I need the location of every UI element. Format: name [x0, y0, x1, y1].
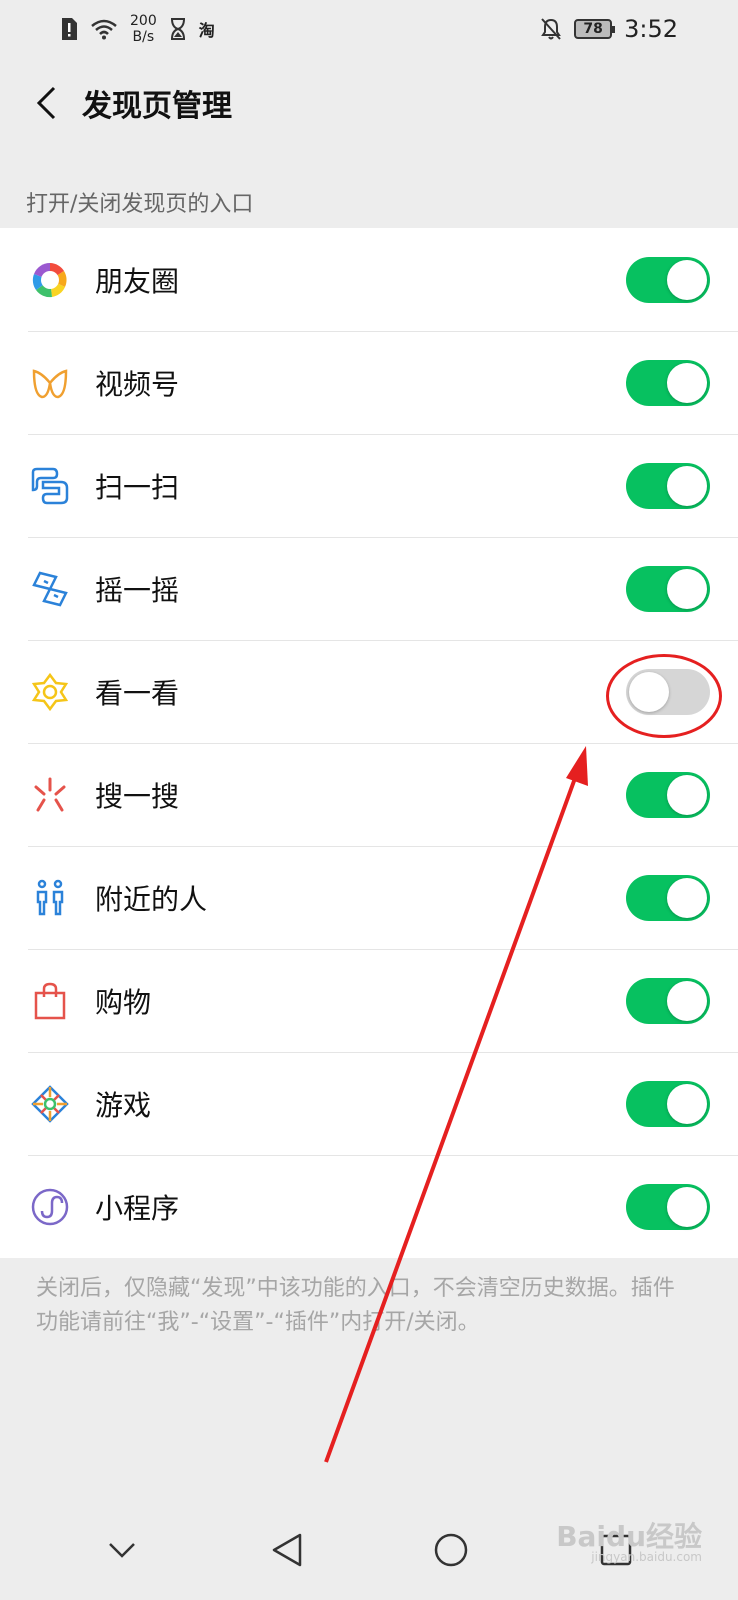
toggle-knob [667, 774, 707, 815]
bell-muted-icon [541, 18, 561, 40]
list-item-channels: 视频号 [0, 331, 738, 434]
wifi-icon [91, 19, 117, 40]
list-item-moments: 朋友圈 [0, 228, 738, 331]
list-item-label: 附近的人 [95, 882, 208, 916]
hourglass-icon [170, 18, 185, 40]
list-item-games: 游戏 [0, 1052, 738, 1155]
shake-icon [28, 567, 72, 611]
toggle-knob [667, 877, 707, 918]
sim-alert-icon [62, 18, 77, 40]
list-item-label: 摇一摇 [95, 573, 180, 607]
chevron-down-icon [109, 1543, 136, 1558]
home-button[interactable] [421, 1520, 481, 1580]
chevron-left-icon [36, 86, 56, 120]
footer-note: 关闭后，仅隐藏“发现”中该功能的入口，不会清空历史数据。插件功能请前往“我”-“… [36, 1276, 675, 1335]
toggle-knob [667, 980, 707, 1021]
list-item-label: 朋友圈 [95, 264, 180, 298]
list-item-label: 购物 [95, 985, 152, 1019]
games-icon [28, 1082, 72, 1126]
search-icon [28, 773, 72, 817]
status-right: 78 3:52 [540, 15, 678, 43]
list-item-search: 搜一搜 [0, 743, 738, 846]
circle-home-icon [435, 1533, 468, 1567]
list-item-scan: 扫一扫 [0, 434, 738, 537]
clock: 3:52 [624, 15, 678, 43]
toggle-knob [667, 362, 707, 403]
toggle-knob [667, 259, 707, 300]
page-title: 发现页管理 [82, 89, 232, 124]
list-item-shopping: 购物 [0, 949, 738, 1052]
system-back-button[interactable] [257, 1520, 317, 1580]
triangle-back-icon [272, 1533, 301, 1567]
top-stories-icon [28, 670, 72, 714]
shopping-bag-icon [28, 979, 72, 1023]
toggle-knob [667, 1083, 707, 1124]
baidu-watermark: Baidu经验 jingyan.baidu.com [556, 1520, 702, 1565]
toggle-moments[interactable] [626, 256, 710, 303]
mini-programs-icon [28, 1185, 72, 1229]
list-item-label: 搜一搜 [95, 779, 180, 813]
toggle-shake[interactable] [626, 565, 710, 612]
battery-indicator: 78 [574, 19, 616, 39]
taobao-notification-icon: 淘 [198, 21, 215, 40]
watermark-sub: jingyan.baidu.com [591, 1550, 702, 1564]
status-bar: 200 B/s 淘 78 3:52 [0, 0, 738, 58]
net-speed-value: 200 [130, 13, 157, 29]
toggle-games[interactable] [626, 1080, 710, 1127]
toggle-shopping[interactable] [626, 977, 710, 1024]
list-item-label: 扫一扫 [95, 470, 180, 504]
back-button[interactable] [24, 81, 68, 125]
toggle-scan[interactable] [626, 462, 710, 509]
channels-icon [28, 361, 72, 405]
toggle-search[interactable] [626, 771, 710, 818]
list-item-label: 看一看 [95, 676, 180, 710]
toggle-knob [667, 1186, 707, 1227]
network-speed: 200 B/s [130, 13, 157, 45]
scan-icon [28, 464, 72, 508]
battery-level: 78 [583, 21, 603, 37]
list-item-label: 视频号 [95, 367, 180, 401]
collapse-button[interactable] [92, 1520, 152, 1580]
discover-entries-list: 朋友圈 视频号 扫一扫 摇一摇 看一看 搜一搜 附近的人 购物 游戏 小程序 [0, 228, 738, 1258]
status-left: 200 B/s 淘 [60, 13, 215, 45]
toggle-people-nearby[interactable] [626, 874, 710, 921]
toggle-mini-programs[interactable] [626, 1183, 710, 1230]
list-item-shake: 摇一摇 [0, 537, 738, 640]
net-speed-unit: B/s [132, 29, 155, 45]
list-item-people-nearby: 附近的人 [0, 846, 738, 949]
toggle-knob [667, 465, 707, 506]
list-item-label: 小程序 [95, 1191, 180, 1225]
moments-icon [28, 258, 72, 302]
list-item-label: 游戏 [95, 1088, 152, 1122]
annotation-highlight-ring [606, 654, 722, 738]
list-item-mini-programs: 小程序 [0, 1155, 738, 1258]
watermark-main: Baidu经验 [556, 1520, 702, 1553]
title-bar: 发现页管理 [0, 58, 738, 148]
section-header: 打开/关闭发现页的入口 [26, 192, 254, 217]
toggle-channels[interactable] [626, 359, 710, 406]
people-nearby-icon [28, 876, 72, 920]
toggle-knob [667, 568, 707, 609]
